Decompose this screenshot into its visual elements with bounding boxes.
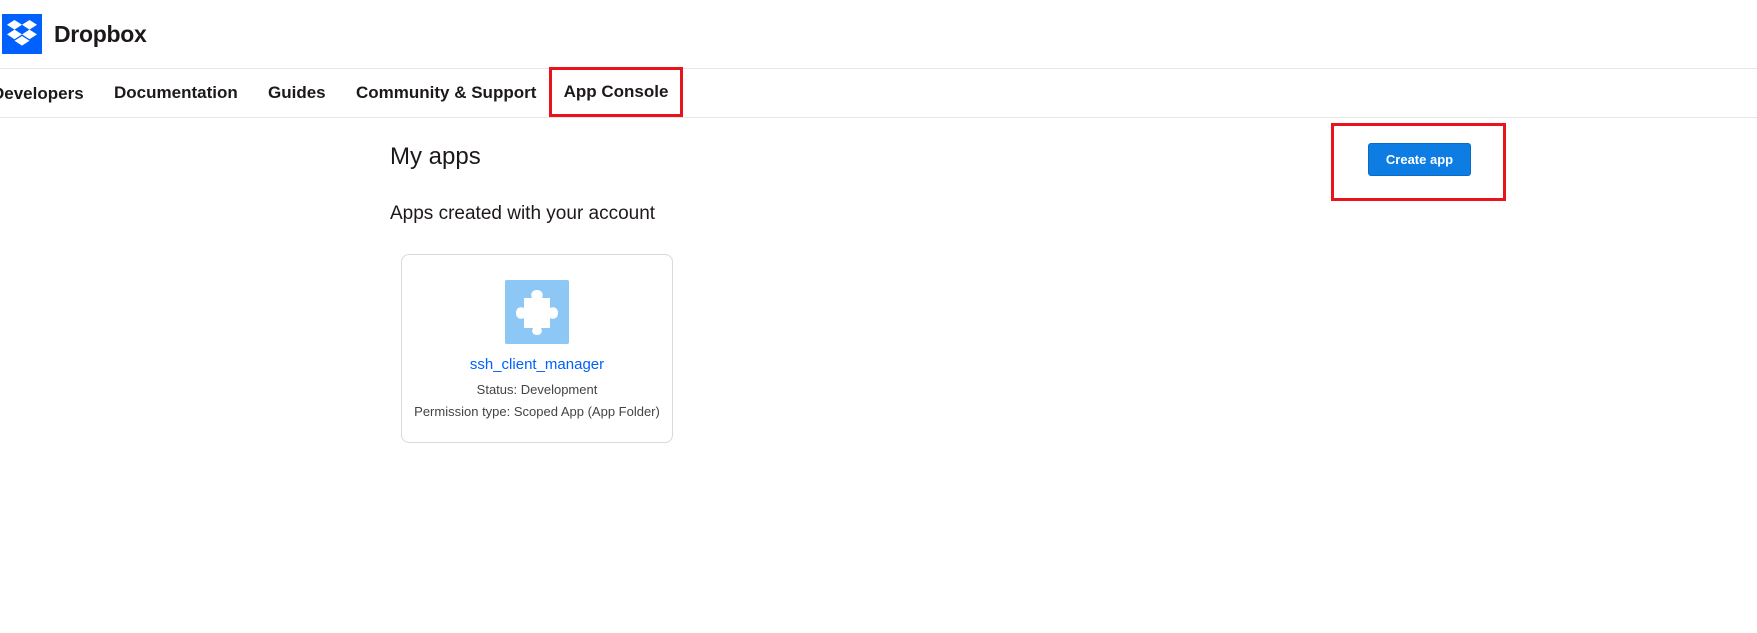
section-title: Apps created with your account — [390, 203, 656, 224]
nav-documentation[interactable]: Documentation — [114, 69, 238, 117]
page: Dropbox Developers Documentation Guides … — [0, 0, 1757, 633]
puzzle-piece-icon — [505, 280, 569, 344]
brand-link[interactable]: Dropbox — [2, 14, 147, 54]
app-status: Status: Development — [476, 382, 598, 397]
create-app-button[interactable]: Create app — [1368, 143, 1471, 176]
dropbox-logo-icon — [2, 14, 42, 54]
main-nav: Developers Documentation Guides Communit… — [0, 67, 1757, 118]
page-title: My apps — [390, 143, 481, 170]
nav-developers[interactable]: Developers — [0, 70, 84, 118]
top-header: Dropbox — [0, 0, 1757, 69]
app-permission-type: Permission type: Scoped App (App Folder) — [414, 404, 660, 419]
app-card[interactable]: ssh_client_manager Status: Development P… — [401, 254, 673, 443]
app-name-link[interactable]: ssh_client_manager — [402, 356, 672, 373]
nav-guides[interactable]: Guides — [268, 69, 326, 117]
nav-app-console[interactable]: App Console — [549, 67, 683, 117]
brand-name: Dropbox — [54, 20, 147, 47]
nav-community-support[interactable]: Community & Support — [356, 69, 536, 117]
